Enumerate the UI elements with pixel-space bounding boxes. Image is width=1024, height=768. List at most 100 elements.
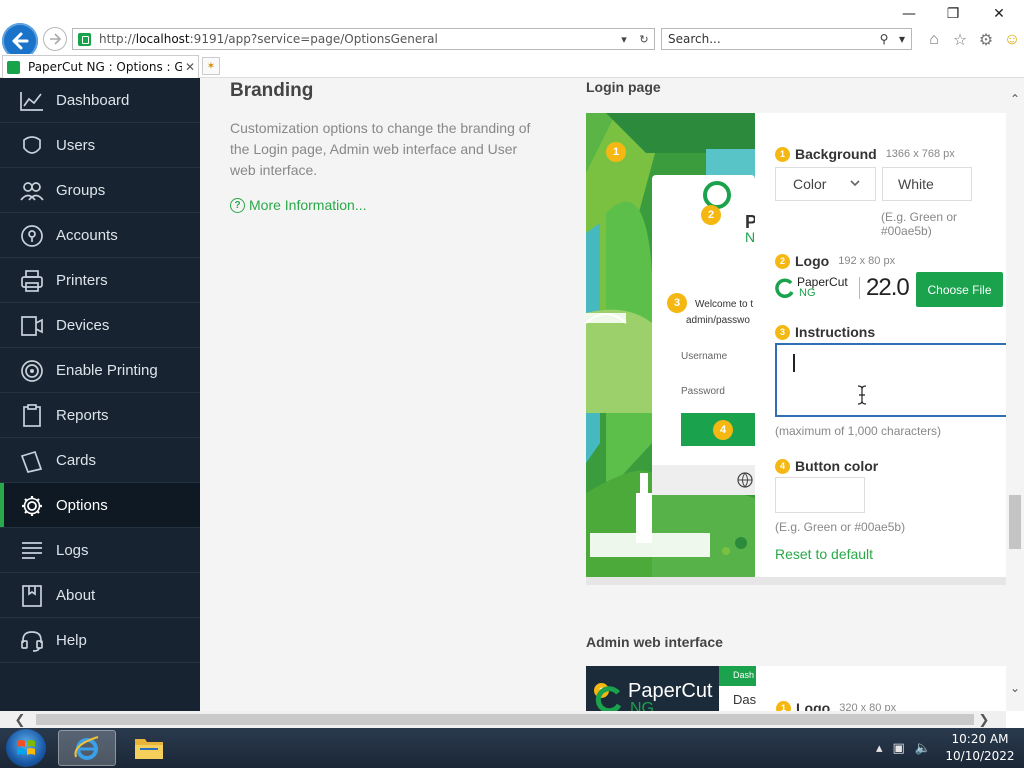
admin-logo-label-text: Logo: [796, 700, 831, 711]
url-input[interactable]: http://localhost:9191/app?service=page/O…: [72, 28, 655, 50]
admin-logo-dimensions: 320 x 80 px: [839, 702, 897, 711]
search-input[interactable]: Search... ⚲ ▾: [661, 28, 912, 50]
sidebar-item-about[interactable]: About: [0, 573, 200, 618]
taskbar-file-explorer[interactable]: [120, 730, 178, 766]
minimize-button[interactable]: —: [894, 4, 924, 24]
sidebar-item-label: Accounts: [56, 226, 118, 244]
background-label: 1 Background 1366 x 768 px: [775, 146, 955, 162]
scroll-up-icon[interactable]: ⌃: [1008, 92, 1022, 106]
logo-label: 2 Logo 192 x 80 px: [775, 253, 895, 269]
restore-button[interactable]: ❐: [938, 4, 968, 24]
horizontal-scroll-thumb[interactable]: [36, 714, 974, 725]
favorites-star-icon[interactable]: ☆: [950, 30, 970, 50]
sidebar-item-label: About: [56, 586, 96, 604]
scroll-left-icon[interactable]: ❮: [12, 712, 28, 727]
sidebar-item-groups[interactable]: Groups: [0, 168, 200, 213]
arrow-right-icon: [50, 33, 62, 45]
sidebar-item-printers[interactable]: Printers: [0, 258, 200, 303]
logs-icon: [22, 542, 42, 559]
sidebar-item-cards[interactable]: Cards: [0, 438, 200, 483]
admin-interface-preview: 1 PaperCut NG: [586, 666, 719, 711]
forward-button[interactable]: [43, 27, 67, 51]
sidebar-item-label: Groups: [56, 181, 106, 199]
home-icon[interactable]: ⌂: [924, 31, 944, 49]
background-color-input[interactable]: White: [882, 167, 972, 201]
instructions-textarea[interactable]: [775, 343, 1010, 417]
page-title: Branding: [230, 80, 314, 101]
more-information-label: More Information...: [249, 197, 367, 213]
sidebar-item-enable-printing[interactable]: Enable Printing: [0, 348, 200, 393]
sidebar: Dashboard Users Groups Accounts Printers…: [0, 78, 200, 711]
instructions-label-text: Instructions: [795, 324, 876, 340]
sidebar-item-label: Users: [56, 136, 96, 154]
reports-icon: [23, 404, 41, 427]
badge-2: 2: [775, 253, 790, 269]
background-type-select[interactable]: Color: [775, 167, 876, 201]
background-label-text: Background: [795, 146, 877, 162]
url-dropdown-icon[interactable]: ▾: [614, 33, 634, 46]
enable-printing-icon: [21, 360, 43, 382]
preview-badge-2: 2: [701, 205, 721, 225]
choose-file-button[interactable]: Choose File: [916, 272, 1003, 307]
sidebar-item-label: Logs: [56, 541, 89, 559]
close-tab-icon[interactable]: ✕: [182, 60, 198, 74]
logo-dimensions: 192 x 80 px: [838, 255, 896, 267]
reset-to-default-link[interactable]: Reset to default: [775, 546, 873, 562]
about-icon: [22, 585, 42, 607]
badge-4: 4: [775, 458, 790, 474]
scroll-down-icon[interactable]: ⌄: [1008, 681, 1022, 695]
taskbar-internet-explorer[interactable]: [58, 730, 116, 766]
network-icon[interactable]: ▣: [893, 740, 905, 756]
sidebar-item-logs[interactable]: Logs: [0, 528, 200, 573]
volume-icon[interactable]: 🔈: [915, 740, 931, 756]
admin-logo-label: 1 Logo 320 x 80 px: [776, 700, 896, 711]
sidebar-item-help[interactable]: Help: [0, 618, 200, 663]
sidebar-item-accounts[interactable]: Accounts: [0, 213, 200, 258]
browser-tab-papercut[interactable]: PaperCut NG : Options : Ge... ✕: [2, 55, 199, 78]
sidebar-item-reports[interactable]: Reports: [0, 393, 200, 438]
sidebar-item-devices[interactable]: Devices: [0, 303, 200, 348]
new-tab-button[interactable]: ✶: [202, 57, 220, 75]
folder-icon: [135, 739, 163, 759]
sidebar-item-label: Cards: [56, 451, 97, 469]
scroll-right-icon[interactable]: ❯: [976, 712, 992, 727]
search-placeholder: Search...: [668, 32, 721, 46]
sidebar-item-dashboard[interactable]: Dashboard: [0, 78, 200, 123]
gear-icon: [22, 496, 42, 516]
badge-1: 1: [775, 146, 790, 162]
horizontal-scrollbar[interactable]: ❮ ❯: [0, 711, 1006, 728]
login-page-preview: 1 2 3 4 P N Welcome to t admin/passwo Us…: [586, 113, 755, 577]
show-hidden-icons-icon[interactable]: ▴: [876, 740, 883, 756]
sidebar-item-users[interactable]: Users: [0, 123, 200, 168]
refresh-icon[interactable]: ↻: [634, 33, 654, 46]
login-preview-illustration: [586, 113, 755, 577]
feedback-smiley-icon[interactable]: ☺: [1002, 31, 1022, 49]
more-information-link[interactable]: ? More Information...: [230, 197, 367, 213]
admin-preview-side: Dash Das: [719, 666, 756, 711]
settings-gear-icon[interactable]: ⚙: [976, 30, 996, 50]
taskbar-clock[interactable]: 10:20 AM 10/10/2022: [940, 731, 1020, 765]
logo-thumb-divider: [859, 277, 860, 299]
chevron-down-icon: [850, 180, 860, 187]
vertical-scroll-thumb[interactable]: [1009, 495, 1021, 549]
search-icon[interactable]: ⚲: [875, 32, 893, 46]
windows-taskbar: ▴ ▣ 🔈 10:20 AM 10/10/2022: [0, 728, 1024, 768]
question-circle-icon: ?: [230, 197, 245, 213]
window-titlebar: — ❐ ✕: [0, 0, 1024, 28]
address-bar-row: http://localhost:9191/app?service=page/O…: [0, 23, 1024, 59]
start-button[interactable]: [6, 729, 46, 767]
button-color-input[interactable]: [775, 477, 865, 513]
admin-preview-sub: NG: [630, 700, 654, 711]
background-type-value: Color: [793, 176, 827, 192]
logo-thumb-sub: NG: [799, 287, 816, 299]
sidebar-item-label: Reports: [56, 406, 109, 424]
sidebar-item-label: Devices: [56, 316, 110, 334]
ibeam-cursor-icon: [857, 385, 867, 405]
search-dropdown-icon[interactable]: ▾: [893, 32, 911, 46]
vertical-scrollbar[interactable]: ⌃ ⌄: [1006, 78, 1024, 711]
text-caret: [793, 354, 795, 372]
printer-icon: [21, 270, 43, 292]
dashboard-icon: [20, 92, 43, 111]
sidebar-item-options[interactable]: Options: [0, 483, 200, 528]
close-window-button[interactable]: ✕: [984, 4, 1014, 24]
